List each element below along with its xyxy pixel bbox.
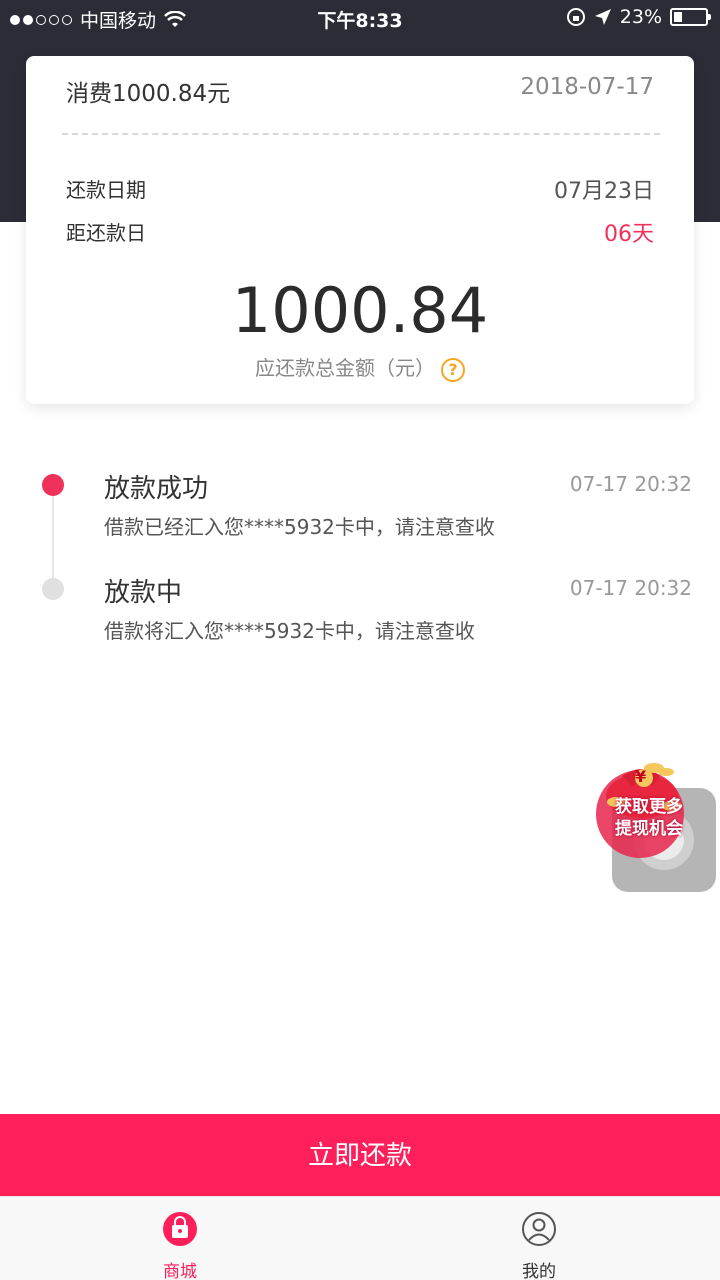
repay-date-value: 07月23日 — [554, 179, 654, 204]
promo-text: 获取更多 提现机会 — [590, 796, 708, 840]
user-icon — [522, 1212, 556, 1246]
repay-date-label: 还款日期 — [66, 178, 146, 202]
battery-percent: 23% — [619, 6, 662, 28]
total-amount: 1000.84 — [231, 274, 489, 347]
promo-line1: 获取更多 — [615, 797, 683, 817]
timeline-time: 07-17 20:32 — [569, 472, 692, 496]
tab-mall[interactable]: 商城 — [120, 1197, 240, 1280]
help-icon[interactable]: ? — [441, 357, 465, 382]
bill-date: 2018-07-17 — [520, 74, 654, 100]
tab-label: 我的 — [522, 1262, 556, 1280]
promo-symbol: ¥ — [635, 767, 647, 786]
promo-line2: 提现机会 — [615, 819, 683, 839]
timeline-dot-inactive — [42, 578, 64, 600]
status-right: 23% — [566, 6, 711, 28]
repay-now-button[interactable]: 立即还款 — [0, 1114, 720, 1196]
dashed-divider — [62, 133, 660, 135]
orientation-lock-icon — [566, 8, 585, 26]
status-bar: 中国移动 下午8:33 23% — [0, 0, 720, 38]
bill-card: 消费1000.84元 2018-07-17 还款日期 07月23日 距还款日 0… — [26, 56, 694, 404]
timeline-desc: 借款已经汇入您****5932卡中，请注意查收 — [104, 515, 495, 539]
promo-red-packet[interactable]: ¥ 获取更多 提现机会 — [590, 738, 718, 898]
bill-title: 消费1000.84元 — [66, 81, 231, 107]
shopping-bag-icon — [163, 1212, 197, 1246]
days-left-label: 距还款日 — [66, 221, 146, 245]
battery-icon — [670, 8, 711, 26]
timeline-desc: 借款将汇入您****5932卡中，请注意查收 — [104, 619, 475, 643]
timeline-title: 放款成功 — [104, 474, 209, 504]
timeline-title: 放款中 — [104, 578, 183, 608]
tab-mine[interactable]: 我的 — [479, 1197, 599, 1280]
timeline-time: 07-17 20:32 — [569, 576, 692, 600]
total-amount-caption: 应还款总金额（元）? — [26, 352, 694, 382]
timeline-connector — [52, 496, 54, 588]
total-amount-label: 应还款总金额（元） — [255, 356, 435, 380]
tab-label: 商城 — [163, 1262, 197, 1280]
location-icon — [594, 9, 611, 25]
days-left-value: 06天 — [604, 222, 654, 247]
tab-bar: 商城 我的 — [0, 1196, 720, 1280]
timeline-dot-active — [42, 474, 64, 496]
